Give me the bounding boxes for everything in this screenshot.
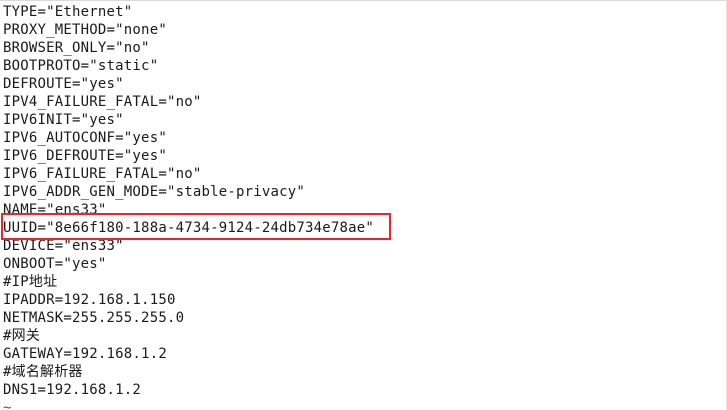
line-netmask: NETMASK=255.255.255.0 — [3, 310, 185, 326]
file-content[interactable]: TYPE="Ethernet" PROXY_METHOD="none" BROW… — [3, 3, 374, 410]
line-gateway: GATEWAY=192.168.1.2 — [3, 346, 167, 362]
line-type: TYPE="Ethernet" — [3, 4, 133, 20]
line-onboot: ONBOOT="yes" — [3, 256, 107, 272]
line-bootproto: BOOTPROTO="static" — [3, 58, 159, 74]
line-ipv6init: IPV6INIT="yes" — [3, 112, 124, 128]
line-name: NAME="ens33" — [3, 202, 107, 218]
line-ipv6-defroute: IPV6_DEFROUTE="yes" — [3, 148, 167, 164]
line-ipv6-failure-fatal: IPV6_FAILURE_FATAL="no" — [3, 166, 202, 182]
comment-ip-address: #IP地址 — [3, 274, 58, 290]
line-defroute: DEFROUTE="yes" — [3, 76, 124, 92]
comment-gateway: #网关 — [3, 328, 41, 344]
empty-line-marker: ~ — [3, 400, 12, 410]
line-ipv6-addr-gen-mode: IPV6_ADDR_GEN_MODE="stable-privacy" — [3, 184, 306, 200]
comment-dns: #域名解析器 — [3, 364, 83, 380]
editor-top-border — [0, 0, 727, 1]
line-dns1: DNS1=192.168.1.2 — [3, 382, 142, 398]
text-editor[interactable]: TYPE="Ethernet" PROXY_METHOD="none" BROW… — [0, 0, 727, 410]
line-uuid: UUID="8e66f180-188a-4734-9124-24db734e78… — [3, 220, 375, 236]
line-device: DEVICE="ens33" — [3, 238, 124, 254]
line-ipv4-failure-fatal: IPV4_FAILURE_FATAL="no" — [3, 94, 202, 110]
line-ipaddr: IPADDR=192.168.1.150 — [3, 292, 176, 308]
line-browser-only: BROWSER_ONLY="no" — [3, 40, 150, 56]
line-proxy-method: PROXY_METHOD="none" — [3, 22, 167, 38]
line-ipv6-autoconf: IPV6_AUTOCONF="yes" — [3, 130, 167, 146]
